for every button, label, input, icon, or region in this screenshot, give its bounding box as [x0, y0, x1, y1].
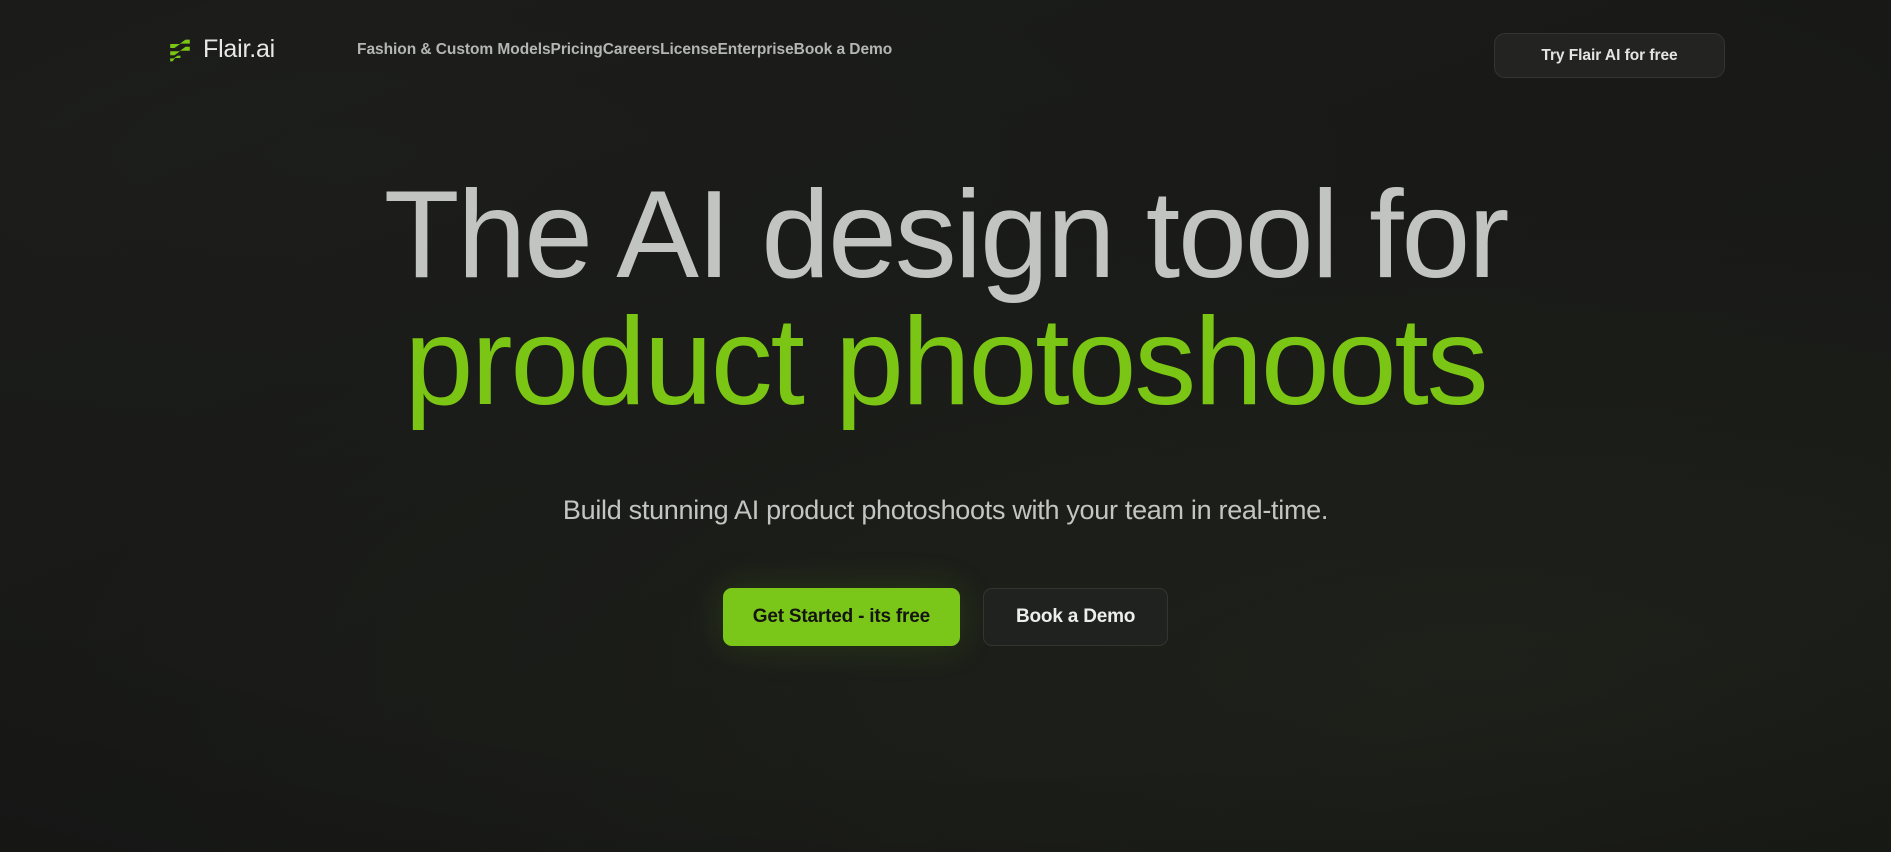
nav-item-careers[interactable]: Careers: [603, 42, 660, 58]
main-nav: Fashion & Custom Models Pricing Careers …: [357, 42, 892, 58]
hero-actions: Get Started - its free Book a Demo: [722, 587, 1169, 646]
hero-headline: The AI design tool for product photoshoo…: [383, 166, 1510, 432]
book-a-demo-button[interactable]: Book a Demo: [983, 587, 1169, 646]
landing-page: Flair.ai Fashion & Custom Models Pricing…: [0, 0, 1891, 852]
nav-item-license[interactable]: License: [660, 42, 717, 58]
nav-item-pricing[interactable]: Pricing: [551, 42, 603, 58]
hero-headline-line-2: product photoshoots: [404, 293, 1489, 432]
nav-item-enterprise[interactable]: Enterprise: [718, 42, 794, 58]
hero-section: The AI design tool for product photoshoo…: [0, 0, 1891, 852]
try-flair-ai-free-button[interactable]: Try Flair AI for free: [1494, 33, 1725, 78]
hero-subtitle: Build stunning AI product photoshoots wi…: [562, 495, 1329, 526]
get-started-button[interactable]: Get Started - its free: [722, 587, 960, 646]
hero-headline-line-1: The AI design tool for: [383, 166, 1510, 304]
nav-item-book-a-demo[interactable]: Book a Demo: [794, 42, 893, 58]
nav-item-fashion-custom-models[interactable]: Fashion & Custom Models: [357, 42, 551, 58]
brand-name: Flair.ai: [203, 35, 276, 63]
site-header: Flair.ai Fashion & Custom Models Pricing…: [0, 0, 1891, 99]
brand-logo[interactable]: Flair.ai: [168, 37, 275, 63]
flair-f-logo-icon: [170, 39, 190, 61]
